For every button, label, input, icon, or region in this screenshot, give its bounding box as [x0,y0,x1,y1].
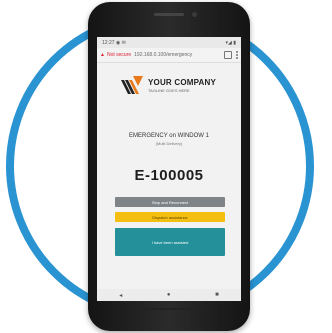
page-content: YOUR COMPANY TAGLINE GOES HERE EMERGENCY… [97,63,241,290]
back-icon[interactable]: ◂ [119,292,122,299]
dispatch-assistance-button[interactable]: Dispatch assistance [115,212,225,222]
company-tagline: TAGLINE GOES HERE [148,87,190,93]
stop-reconnect-button[interactable]: Stop and Reconnect [115,197,225,207]
phone-screen: 12:27 ◉ ✉ ▾◢ ▮ ▲ Not secure 192.168.0.10… [97,37,241,301]
not-secure-label: Not secure [106,52,132,58]
status-left-icons: ◉ ✉ [115,39,126,46]
smartphone: 12:27 ◉ ✉ ▾◢ ▮ ▲ Not secure 192.168.0.10… [88,2,250,331]
android-nav-bar: ◂ ● ■ [97,289,241,301]
logo-stripes-icon [121,76,143,94]
url-text[interactable]: 192.168.0.100/emergency [134,52,221,58]
more-menu-icon[interactable] [236,51,238,59]
phone-speaker [154,13,184,16]
tabs-icon[interactable] [224,51,232,59]
emergency-code: E-100005 [134,167,204,184]
browser-address-bar[interactable]: ▲ Not secure 192.168.0.100/emergency [97,48,241,63]
status-bar: 12:27 ◉ ✉ ▾◢ ▮ [97,37,241,48]
emergency-subtitle: (Multi Delivery) [155,141,183,146]
home-icon[interactable]: ● [167,292,171,298]
phone-bottom-speaker [128,308,210,310]
warning-icon: ▲ [100,52,105,58]
status-time: 12:27 [102,39,115,46]
company-logo: YOUR COMPANY TAGLINE GOES HERE [119,73,229,97]
status-left: 12:27 ◉ ✉ [102,40,126,46]
assisted-button[interactable]: I have been assisted [115,228,225,256]
camera-icon [192,12,197,17]
status-right-icons: ▾◢ ▮ [225,39,237,46]
recent-apps-icon[interactable]: ■ [215,292,219,298]
company-name: YOUR COMPANY [148,77,217,87]
emergency-title: EMERGENCY on WINDOW 1 [129,133,209,139]
